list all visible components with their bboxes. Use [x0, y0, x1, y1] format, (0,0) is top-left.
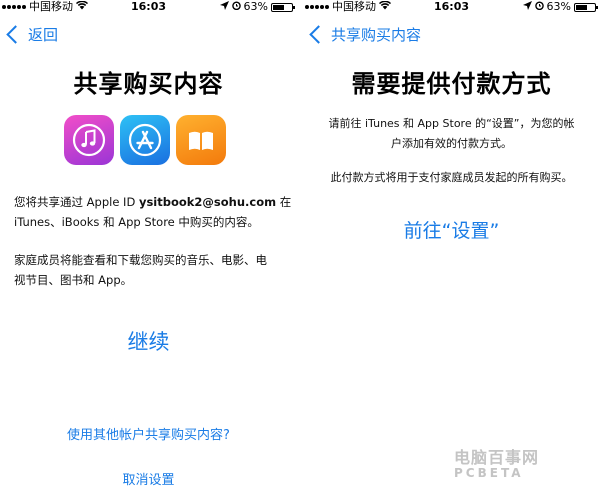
- battery-percent: 63%: [243, 0, 268, 13]
- right-screen: 中国移动 16:03 63% 共享购买内容 需要提供付款方式 请前往 iTune…: [303, 0, 600, 491]
- back-button-label: 共享购买内容: [331, 26, 422, 44]
- status-time: 16:03: [130, 0, 167, 13]
- status-time: 16:03: [433, 0, 470, 13]
- music-icon: [64, 115, 114, 165]
- wifi-icon: [379, 0, 391, 14]
- family-description-line1: 家庭成员将能查看和下载您购买的音乐、电影、电: [14, 253, 267, 267]
- back-button[interactable]: 共享购买内容: [309, 24, 421, 45]
- battery-icon: [271, 2, 295, 12]
- payment-description-line1: 请前往 iTunes 和 App Store 的“设置”，为您的帐: [328, 117, 575, 130]
- status-carrier-group: 中国移动: [2, 0, 88, 14]
- continue-button[interactable]: 继续: [0, 326, 297, 356]
- payment-usage-note: 此付款方式将用于支付家庭成员发起的所有购买。: [330, 171, 573, 184]
- cancel-setup-button[interactable]: 取消设置: [0, 469, 297, 488]
- books-icon: [176, 115, 226, 165]
- carrier-label: 中国移动: [332, 0, 376, 13]
- back-button[interactable]: 返回: [6, 24, 58, 45]
- signal-icon: [305, 5, 329, 9]
- payment-description: 请前往 iTunes 和 App Store 的“设置”，为您的帐 户添加有效的…: [303, 114, 600, 154]
- chevron-left-icon: [6, 25, 25, 44]
- share-description: 您将共享通过 Apple ID ysitbook2@sohu.com 在 iTu…: [14, 192, 294, 232]
- page-title: 共享购买内容: [73, 70, 224, 98]
- apple-id: ysitbook2@sohu.com: [138, 195, 277, 209]
- status-indicators: 63%: [219, 0, 295, 14]
- site-watermark: 电脑百事网 PCBETA: [454, 444, 539, 480]
- location-arrow-icon: [522, 0, 532, 14]
- alarm-icon: [231, 0, 241, 14]
- share-description-prefix: 您将共享通过 Apple ID: [14, 195, 139, 209]
- battery-icon: [574, 2, 598, 12]
- carrier-label: 中国移动: [29, 0, 73, 13]
- wifi-icon: [76, 0, 88, 14]
- back-button-label: 返回: [28, 26, 59, 44]
- status-indicators: 63%: [522, 0, 598, 14]
- share-description-line1: 您将共享通过 Apple ID ysitbook2@sohu.com 在: [14, 192, 294, 212]
- app-store-icon: [120, 115, 170, 165]
- location-arrow-icon: [219, 0, 229, 14]
- signal-icon: [2, 5, 26, 9]
- family-description: 家庭成员将能查看和下载您购买的音乐、电影、电 视节目、图书和 App。: [14, 250, 296, 290]
- battery-fill: [273, 4, 285, 10]
- family-description-line2: 视节目、图书和 App。: [14, 273, 133, 287]
- watermark-sub: PCBETA: [454, 466, 524, 480]
- go-to-settings-button[interactable]: 前往“设置”: [303, 216, 600, 243]
- watermark-text: 电脑百事网: [454, 448, 540, 467]
- status-bar: 中国移动 16:03 63%: [0, 0, 297, 14]
- chevron-left-icon: [309, 25, 328, 44]
- battery-fill: [576, 4, 588, 10]
- battery-percent: 63%: [546, 0, 571, 13]
- payment-description-line2: 户添加有效的付款方式。: [391, 137, 512, 150]
- status-carrier-group: 中国移动: [305, 0, 391, 14]
- share-description-line2: iTunes、iBooks 和 App Store 中购买的内容。: [14, 215, 259, 229]
- share-description-suffix: 在: [276, 195, 292, 209]
- page-title: 需要提供付款方式: [351, 70, 552, 98]
- other-account-link[interactable]: 使用其他帐户共享购买内容?: [0, 424, 297, 443]
- status-bar: 中国移动 16:03 63%: [303, 0, 600, 14]
- left-screen: 中国移动 16:03 63% 返回 共享购买内容 您将共享通过 Apple ID…: [0, 0, 297, 491]
- alarm-icon: [534, 0, 544, 14]
